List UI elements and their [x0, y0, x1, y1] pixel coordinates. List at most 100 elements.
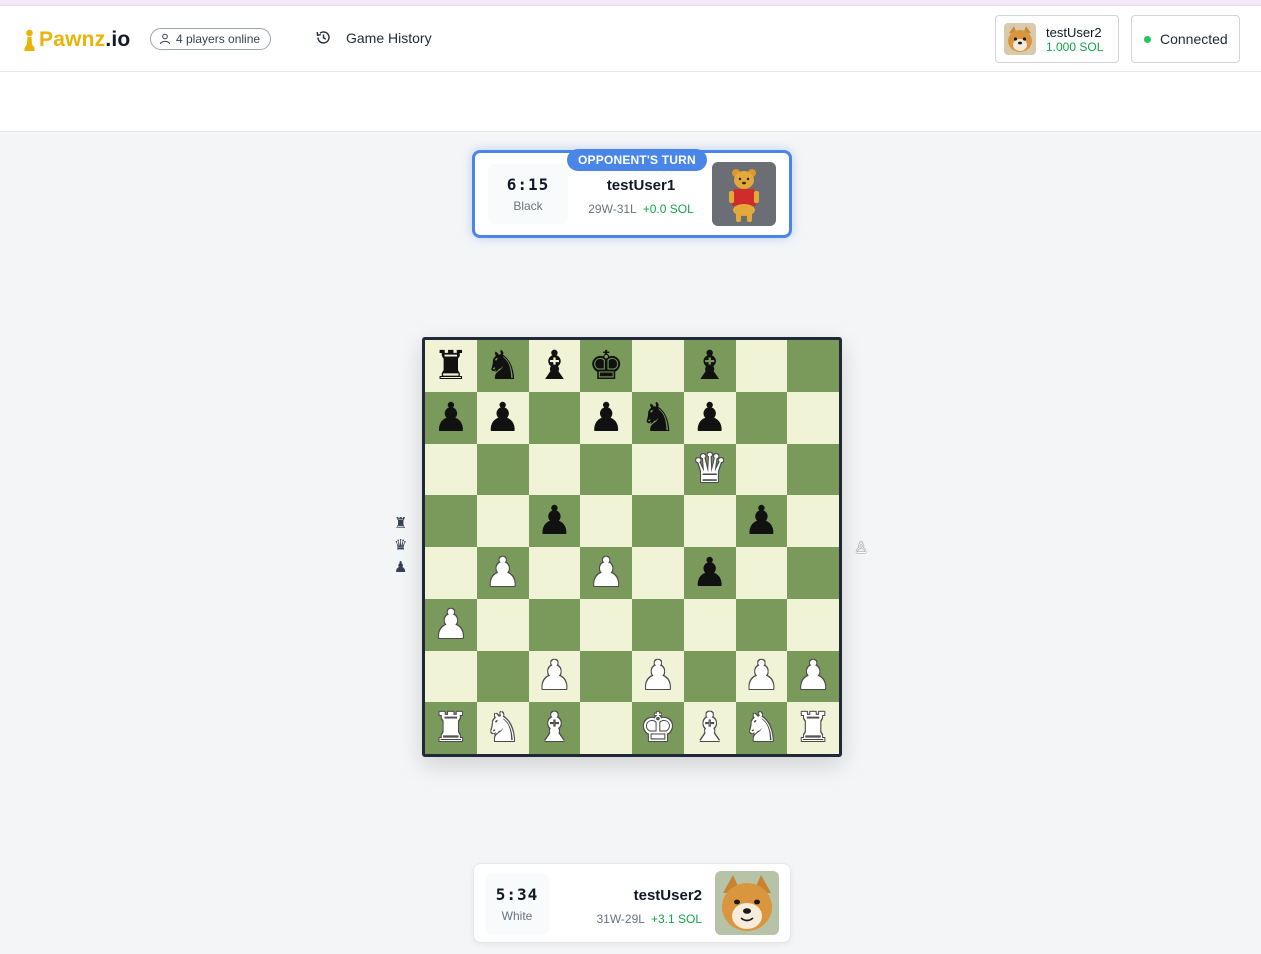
square-d2[interactable]: [580, 650, 632, 703]
square-b2[interactable]: [476, 650, 529, 703]
square-e4[interactable]: [632, 547, 684, 599]
square-d4[interactable]: ♟: [580, 547, 632, 599]
square-b3[interactable]: [476, 598, 529, 651]
square-g4[interactable]: [735, 547, 788, 599]
square-c1[interactable]: ♝: [528, 702, 581, 754]
square-c5[interactable]: ♟: [528, 495, 581, 547]
black-pawn-f7[interactable]: ♟: [692, 398, 728, 438]
square-c7[interactable]: [528, 391, 581, 444]
white-pawn-b4[interactable]: ♟: [485, 553, 521, 593]
game-history-link[interactable]: Game History: [315, 29, 432, 46]
square-g3[interactable]: [735, 598, 788, 651]
black-knight-e7[interactable]: ♞: [640, 398, 676, 438]
square-h2[interactable]: ♟: [787, 650, 839, 703]
chess-board[interactable]: ♜ ♞ ♝ ♚ ♝ ♟ ♟ ♟ ♞ ♟ ♛ ♟ ♟ ♟ ♟ ♟ ♟ ♟ ♟ ♟ ♟ ♜ ♞ ♝ ♚ ♝ ♞ ♜: [425, 340, 839, 754]
square-h5[interactable]: [787, 495, 839, 547]
square-d3[interactable]: [580, 598, 632, 651]
square-h6[interactable]: [787, 443, 839, 496]
square-d7[interactable]: ♟: [580, 391, 632, 444]
black-bishop-f8[interactable]: ♝: [692, 346, 728, 386]
user-wallet-button[interactable]: testUser2 1.000 SOL: [995, 15, 1119, 63]
square-g1[interactable]: ♞: [735, 702, 788, 754]
square-h7[interactable]: [787, 391, 839, 444]
square-a2[interactable]: [425, 650, 477, 703]
square-c2[interactable]: ♟: [528, 650, 581, 703]
square-b4[interactable]: ♟: [476, 547, 529, 599]
white-pawn-a3[interactable]: ♟: [433, 605, 469, 645]
square-e2[interactable]: ♟: [632, 650, 684, 703]
white-pawn-d4[interactable]: ♟: [588, 553, 624, 593]
square-b5[interactable]: [476, 495, 529, 547]
white-pawn-c2[interactable]: ♟: [536, 656, 572, 696]
black-pawn-c5[interactable]: ♟: [536, 501, 572, 541]
square-d8[interactable]: ♚: [580, 340, 632, 392]
square-b1[interactable]: ♞: [476, 702, 529, 754]
square-a4[interactable]: [425, 547, 477, 599]
square-f7[interactable]: ♟: [683, 391, 736, 444]
square-f5[interactable]: [683, 495, 736, 547]
square-d1[interactable]: [580, 702, 632, 754]
square-a7[interactable]: ♟: [425, 391, 477, 444]
square-d6[interactable]: [580, 443, 632, 496]
white-queen-f6[interactable]: ♛: [692, 449, 728, 489]
square-g2[interactable]: ♟: [735, 650, 788, 703]
connection-status-button[interactable]: Connected: [1131, 15, 1240, 63]
square-a6[interactable]: [425, 443, 477, 496]
white-bishop-c1[interactable]: ♝: [536, 708, 572, 748]
logo[interactable]: Pawnz.io: [24, 28, 130, 52]
black-rook-a8[interactable]: ♜: [433, 346, 469, 386]
square-f8[interactable]: ♝: [683, 340, 736, 392]
white-pawn-e2[interactable]: ♟: [640, 656, 676, 696]
black-king-d8[interactable]: ♚: [588, 346, 624, 386]
opponent-name: testUser1: [606, 177, 676, 194]
square-a1[interactable]: ♜: [425, 702, 477, 754]
white-king-e1[interactable]: ♚: [640, 708, 676, 748]
square-e5[interactable]: [632, 495, 684, 547]
square-g5[interactable]: ♟: [735, 495, 788, 547]
black-bishop-c8[interactable]: ♝: [536, 346, 572, 386]
white-pawn-g2[interactable]: ♟: [743, 656, 779, 696]
square-c8[interactable]: ♝: [528, 340, 581, 392]
square-h3[interactable]: [787, 598, 839, 651]
square-h4[interactable]: [787, 547, 839, 599]
black-pawn-d7[interactable]: ♟: [588, 398, 624, 438]
square-g7[interactable]: [735, 391, 788, 444]
captured-by-black: ♙: [854, 538, 868, 558]
square-e8[interactable]: [632, 340, 684, 392]
square-h8[interactable]: [787, 340, 839, 392]
black-pawn-b7[interactable]: ♟: [485, 398, 521, 438]
black-pawn-f4[interactable]: ♟: [692, 553, 728, 593]
square-c6[interactable]: [528, 443, 581, 496]
opponent-info: testUser1 29W-31L +0.0 SOL: [587, 177, 695, 216]
square-b7[interactable]: ♟: [476, 391, 529, 444]
square-b8[interactable]: ♞: [476, 340, 529, 392]
white-pawn-h2[interactable]: ♟: [795, 656, 831, 696]
square-e3[interactable]: [632, 598, 684, 651]
black-pawn-g5[interactable]: ♟: [743, 501, 779, 541]
square-h1[interactable]: ♜: [787, 702, 839, 754]
square-e7[interactable]: ♞: [632, 391, 684, 444]
square-f1[interactable]: ♝: [683, 702, 736, 754]
white-rook-h1[interactable]: ♜: [795, 708, 831, 748]
white-bishop-f1[interactable]: ♝: [692, 708, 728, 748]
square-d5[interactable]: [580, 495, 632, 547]
white-rook-a1[interactable]: ♜: [433, 708, 469, 748]
square-f4[interactable]: ♟: [683, 547, 736, 599]
square-f3[interactable]: [683, 598, 736, 651]
square-c3[interactable]: [528, 598, 581, 651]
square-c4[interactable]: [528, 547, 581, 599]
black-knight-b8[interactable]: ♞: [485, 346, 521, 386]
square-g6[interactable]: [735, 443, 788, 496]
square-a5[interactable]: [425, 495, 477, 547]
white-knight-b1[interactable]: ♞: [485, 708, 521, 748]
square-f6[interactable]: ♛: [683, 443, 736, 496]
square-f2[interactable]: [683, 650, 736, 703]
square-e6[interactable]: [632, 443, 684, 496]
white-knight-g1[interactable]: ♞: [743, 708, 779, 748]
square-g8[interactable]: [735, 340, 788, 392]
square-e1[interactable]: ♚: [632, 702, 684, 754]
square-a8[interactable]: ♜: [425, 340, 477, 392]
square-b6[interactable]: [476, 443, 529, 496]
black-pawn-a7[interactable]: ♟: [433, 398, 469, 438]
square-a3[interactable]: ♟: [425, 598, 477, 651]
